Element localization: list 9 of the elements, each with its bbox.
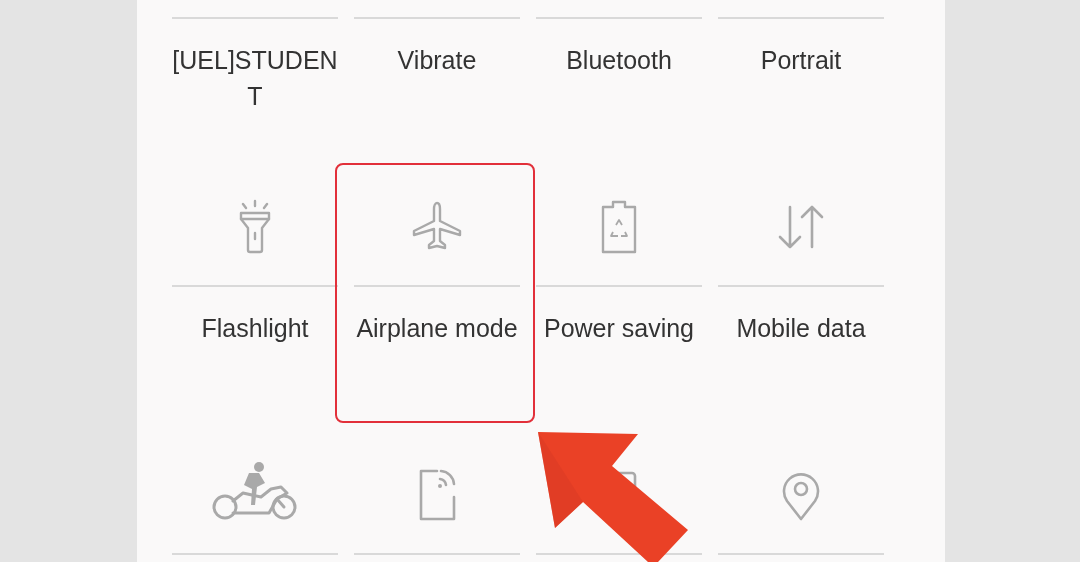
tile-label: Mobile data — [736, 313, 866, 344]
tile-label: Airplane mode — [356, 313, 518, 344]
tile-label: Flashlight — [201, 313, 309, 344]
battery-recycle-icon — [599, 199, 639, 255]
tile-label: Bluetooth — [566, 45, 672, 76]
tile-label: Vibrate — [397, 45, 477, 76]
tile-label: Portrait — [760, 45, 842, 76]
tile-label: Power saving — [543, 313, 695, 344]
tile-label: [UEL]STUDENT — [172, 45, 338, 112]
